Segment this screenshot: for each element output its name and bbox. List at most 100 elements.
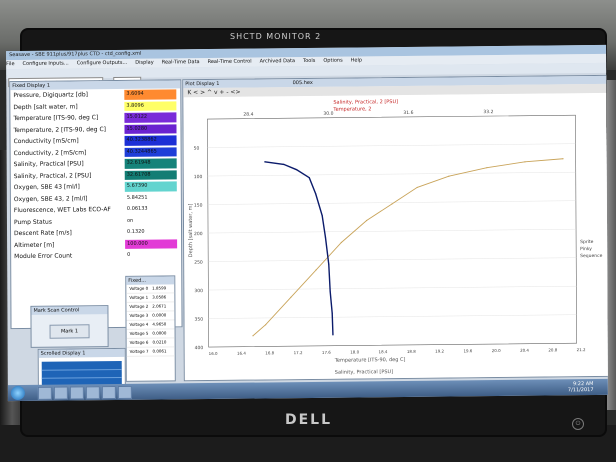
- bottom-tick-label: 20.4: [520, 348, 529, 353]
- voltage-value: 0.0061: [152, 348, 167, 354]
- bottom-tick-label: 16.4: [237, 351, 246, 356]
- mark-button[interactable]: Mark 1: [49, 324, 90, 339]
- row-label: Pump Status: [13, 218, 52, 226]
- y-tick-label: 100: [194, 174, 203, 180]
- row-label: Oxygen, SBE 43, 2 [ml/l]: [13, 194, 88, 203]
- row-value: 32.61708: [124, 169, 177, 180]
- fixed-display-rows: Pressure, Digiquartz [db] 3.6094 Depth [sa…: [10, 88, 181, 262]
- row-value: 15.0122: [124, 112, 177, 123]
- menu-item[interactable]: Tools: [303, 58, 315, 64]
- y-tick-label: 250: [194, 260, 203, 266]
- voltage-value: 0.0000: [152, 330, 167, 336]
- legend-entry: Sequence: [580, 253, 602, 259]
- seasave-icon[interactable]: [117, 385, 132, 399]
- plot-window-title: Plot Display 1: [185, 80, 220, 88]
- bottom-tick-label: 17.6: [322, 350, 331, 355]
- row-label: Module Error Count: [14, 252, 73, 261]
- voltage-value: 1.8599: [152, 285, 167, 291]
- row-label: Pressure, Digiquartz [db]: [13, 91, 89, 100]
- voltage-label: Voltage 5: [129, 330, 149, 336]
- bottom-tick-label: 21.2: [577, 347, 586, 352]
- row-label: Temperature [ITS-90, deg C]: [13, 114, 99, 123]
- bottom-tick-label: 20.8: [548, 347, 557, 352]
- voltage-label: Voltage 3: [129, 312, 149, 318]
- top-tick-label: 30.0: [323, 111, 333, 117]
- menu-item[interactable]: Help: [351, 57, 362, 63]
- row-label: Descent Rate [m/s]: [14, 229, 72, 238]
- top-tick-label: 28.4: [243, 112, 253, 118]
- depth-profile-plot: 28.4 30.0 31.6 33.2 50 100 150 200 250 300 350 400 1…: [183, 92, 608, 381]
- menu-item[interactable]: Configure Inputs...: [23, 60, 69, 66]
- app-icon[interactable]: [101, 386, 116, 400]
- bottom-tick-label: 18.0: [350, 349, 359, 354]
- bottom-tick-label: 19.2: [435, 349, 444, 354]
- row-label: Fluorescence, WET Labs ECO-AF: [13, 206, 111, 215]
- menu-item[interactable]: Archived Data: [260, 58, 295, 64]
- power-icon[interactable]: ⏻: [572, 418, 584, 430]
- voltage-label: Voltage 7: [129, 348, 149, 354]
- bottom-tick-label: 17.2: [294, 350, 303, 355]
- start-button[interactable]: [10, 385, 25, 401]
- legend-entry: Sprite: [580, 239, 594, 245]
- row-label: Depth [salt water, m]: [13, 102, 78, 111]
- y-axis-label: Depth [salt water, m]: [188, 204, 194, 258]
- y-tick-label: 200: [194, 231, 203, 237]
- browser-icon[interactable]: [53, 386, 68, 400]
- voltage-label: Voltage 1: [129, 294, 149, 300]
- voltage-value: 2.0671: [152, 303, 167, 309]
- top-tick-label: 33.2: [483, 109, 493, 115]
- y-tick-label: 50: [194, 146, 200, 152]
- voltage-window[interactable]: Fixed... Voltage 0 1.8599 Voltage 1 3.0586 V…: [125, 275, 176, 382]
- row-value: 32.61948: [124, 158, 177, 169]
- bottom-axis-label: Temperature [ITS-90, deg C]: [334, 357, 406, 364]
- bottom-tick-label: 16.8: [265, 350, 274, 355]
- voltage-rows: Voltage 0 1.8599 Voltage 1 3.0586 Voltage 22…: [126, 284, 175, 357]
- row-label: Temperature, 2 [ITS-90, deg C]: [13, 125, 107, 134]
- plot-display-window[interactable]: Plot Display 1 005.hex K < > ^ v + - <> …: [182, 74, 608, 382]
- bottom-tick-label: 18.8: [407, 349, 416, 354]
- row-value: 15.0280: [124, 123, 177, 134]
- window-title: Scrolled Display 1: [38, 348, 125, 358]
- row-value: 0: [125, 250, 178, 261]
- mark-scan-window[interactable]: Mark Scan Control Mark 1: [30, 305, 109, 348]
- y-tick-label: 150: [194, 203, 203, 209]
- row-value: 0.06133: [124, 204, 177, 215]
- voltage-label: Voltage 6: [129, 339, 149, 345]
- voltage-label: Voltage 4: [129, 321, 149, 327]
- menu-item[interactable]: Display: [135, 60, 153, 66]
- y-tick-label: 300: [194, 288, 203, 294]
- row-label: Conductivity [mS/cm]: [13, 137, 79, 146]
- row-label: Altimeter [m]: [14, 241, 55, 249]
- row-label: Oxygen, SBE 43 [ml/l]: [13, 183, 80, 192]
- voltage-value: 4.9650: [152, 321, 167, 327]
- clock[interactable]: 9:22 AM 7/11/2017: [568, 381, 594, 393]
- voltage-label: Voltage 2: [129, 303, 149, 309]
- top-axis-label: Salinity, Practical, 2 [PSU]: [333, 99, 398, 106]
- bottom-tick-label: 20.0: [492, 348, 501, 353]
- bottom-tick-label: 19.6: [463, 348, 472, 353]
- legend-entry: Pinky: [580, 246, 592, 252]
- menu-item[interactable]: Real-Time Data: [162, 59, 200, 65]
- folder-icon[interactable]: [69, 386, 84, 400]
- row-value: 5.67390: [124, 181, 177, 192]
- menu-item[interactable]: File: [6, 61, 14, 67]
- row-value: on: [124, 215, 178, 226]
- app-icon[interactable]: [85, 386, 100, 400]
- row-label: Salinity, Practical, 2 [PSU]: [13, 171, 92, 180]
- plot-file-name: 005.hex: [292, 79, 313, 87]
- row-value: 40.3244865: [124, 146, 177, 157]
- brand-logo: DELL: [285, 412, 333, 428]
- bottom-axis-label-2: Salinity, Practical [PSU]: [335, 369, 393, 376]
- menu-item[interactable]: Configure Outputs...: [77, 60, 128, 67]
- row-value: 3.8096: [124, 100, 177, 111]
- explorer-icon[interactable]: [37, 386, 52, 400]
- voltage-row: Voltage 7 0.0061: [126, 347, 175, 357]
- row-value: 40.3238862: [124, 135, 177, 146]
- clock-date: 7/11/2017: [567, 387, 594, 394]
- grid-line: [41, 376, 122, 379]
- bottom-tick-label: 18.4: [379, 349, 388, 354]
- menu-item[interactable]: Options: [323, 58, 342, 64]
- row-value: 0.1320: [125, 227, 178, 238]
- row-label: Salinity, Practical [PSU]: [13, 160, 84, 169]
- menu-item[interactable]: Real-Time Control: [208, 59, 252, 65]
